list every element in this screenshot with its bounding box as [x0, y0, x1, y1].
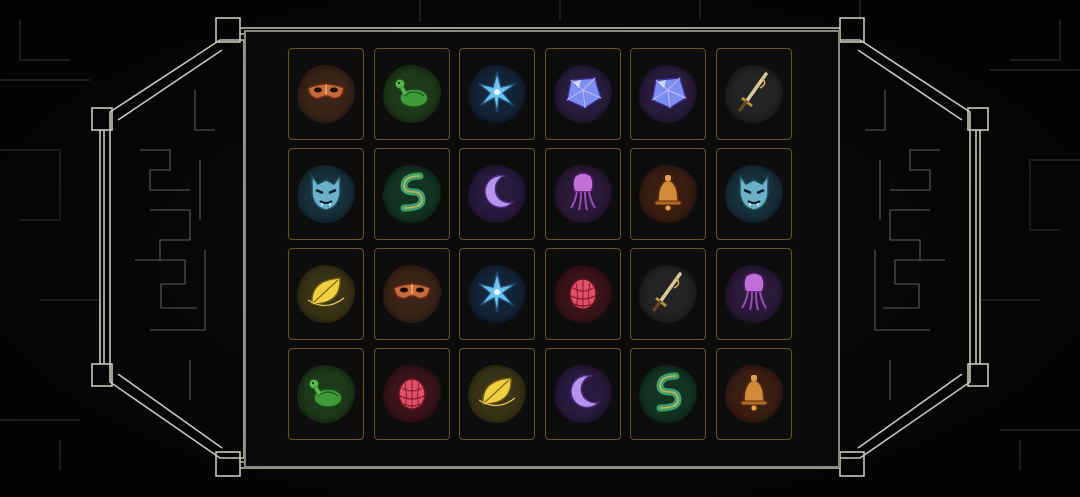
- tile-dagger[interactable]: [715, 48, 792, 140]
- gem-icon: [561, 70, 605, 118]
- squid-icon: [732, 270, 776, 318]
- tile-jade-s[interactable]: [630, 348, 706, 440]
- moon-icon: [475, 170, 519, 218]
- tile-bell[interactable]: [630, 148, 706, 240]
- tile-squid[interactable]: [544, 148, 621, 240]
- dagger-icon: [646, 270, 690, 318]
- tile-leaf[interactable]: [459, 348, 535, 440]
- pinecone-icon: [561, 270, 605, 318]
- tile-backdrop: [468, 65, 526, 123]
- star-icon: [475, 270, 519, 318]
- demon-mask-icon: [732, 170, 776, 218]
- bell-icon: [732, 370, 776, 418]
- tile-demon-mask[interactable]: [288, 148, 364, 240]
- tile-squid[interactable]: [715, 248, 792, 340]
- star-icon: [475, 70, 519, 118]
- tile-backdrop: [468, 165, 526, 223]
- tile-backdrop: [382, 165, 441, 223]
- tile-star[interactable]: [459, 248, 535, 340]
- tile-backdrop: [553, 65, 612, 123]
- tile-grid: [288, 48, 793, 440]
- tile-gem[interactable]: [544, 48, 621, 140]
- moon-icon: [561, 370, 605, 418]
- tile-backdrop: [724, 165, 783, 223]
- tile-backdrop: [639, 265, 697, 323]
- tile-backdrop: [297, 265, 355, 323]
- mask-icon: [304, 70, 348, 118]
- tile-backdrop: [382, 265, 441, 323]
- tile-moon[interactable]: [459, 148, 535, 240]
- tile-dagger[interactable]: [630, 248, 706, 340]
- tile-backdrop: [724, 265, 783, 323]
- tile-gem[interactable]: [630, 48, 706, 140]
- tile-backdrop: [297, 65, 355, 123]
- demon-mask-icon: [304, 170, 348, 218]
- turtle-icon: [304, 370, 348, 418]
- tile-demon-mask[interactable]: [715, 148, 792, 240]
- tile-backdrop: [553, 365, 612, 423]
- tile-turtle[interactable]: [288, 348, 364, 440]
- tile-backdrop: [468, 265, 526, 323]
- tile-star[interactable]: [459, 48, 535, 140]
- jade-s-icon: [646, 370, 690, 418]
- tile-pinecone[interactable]: [544, 248, 621, 340]
- leaf-icon: [475, 370, 519, 418]
- jade-s-icon: [390, 170, 434, 218]
- tile-leaf[interactable]: [288, 248, 364, 340]
- mask-icon: [390, 270, 434, 318]
- tile-backdrop: [297, 165, 355, 223]
- tile-backdrop: [468, 365, 526, 423]
- tile-backdrop: [553, 265, 612, 323]
- tile-moon[interactable]: [544, 348, 621, 440]
- tile-backdrop: [724, 65, 783, 123]
- leaf-icon: [304, 270, 348, 318]
- tile-backdrop: [297, 365, 355, 423]
- turtle-icon: [390, 70, 434, 118]
- tile-turtle[interactable]: [373, 48, 450, 140]
- tile-jade-s[interactable]: [373, 148, 450, 240]
- bell-icon: [646, 170, 690, 218]
- tile-pinecone[interactable]: [373, 348, 450, 440]
- tile-backdrop: [382, 365, 441, 423]
- pinecone-icon: [390, 370, 434, 418]
- game-stage: [0, 0, 1080, 497]
- tile-backdrop: [382, 65, 441, 123]
- tile-mask[interactable]: [373, 248, 450, 340]
- tile-backdrop: [724, 365, 783, 423]
- tile-backdrop: [553, 165, 612, 223]
- tile-backdrop: [639, 365, 697, 423]
- squid-icon: [561, 170, 605, 218]
- tile-bell[interactable]: [715, 348, 792, 440]
- dagger-icon: [732, 70, 776, 118]
- gem-icon: [646, 70, 690, 118]
- tile-mask[interactable]: [288, 48, 364, 140]
- tile-backdrop: [639, 65, 697, 123]
- tile-backdrop: [639, 165, 697, 223]
